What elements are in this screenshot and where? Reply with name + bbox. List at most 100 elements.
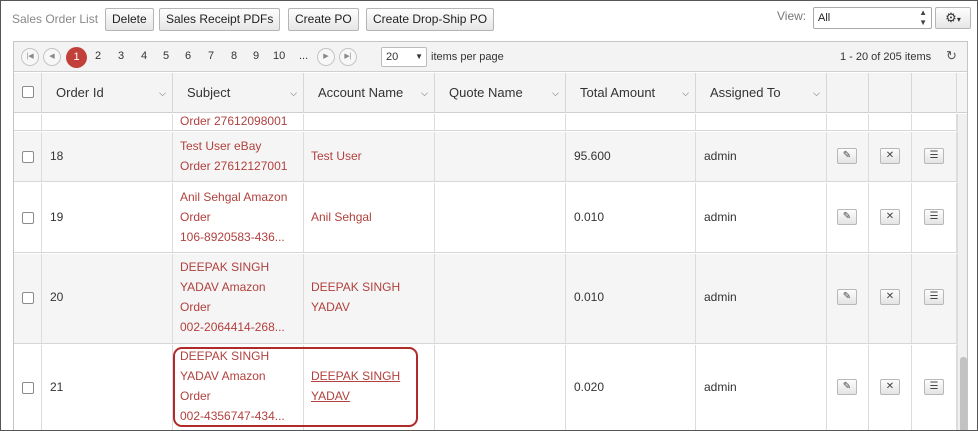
row-menu-button[interactable]: ☰ [924,148,944,164]
page-6[interactable]: 6 [185,50,191,62]
table-row: 19 Anil Sehgal Amazon Order 106-8920583-… [14,183,967,253]
edit-button[interactable]: ✎ [837,148,857,164]
view-select-value: All [818,12,831,24]
column-quote-name[interactable]: Quote Name ⌵ [435,73,566,113]
cell-order-id: 20 [42,254,173,343]
delete-row-button[interactable]: ✕ [880,209,900,225]
page-4[interactable]: 4 [141,50,147,62]
chevron-down-icon[interactable]: ⌵ [159,73,166,113]
subject-link-line[interactable]: YADAV Amazon [180,366,266,386]
chevron-down-icon[interactable]: ⌵ [552,73,559,113]
row-menu-button[interactable]: ☰ [924,209,944,225]
column-delete [869,73,912,113]
subject-link-line[interactable]: DEEPAK SINGH [180,346,269,366]
column-assigned-to[interactable]: Assigned To ⌵ [696,73,827,113]
cell-order-id: 19 [42,183,173,252]
page-8[interactable]: 8 [231,50,237,62]
column-assigned-to-label: Assigned To [710,85,781,100]
page-5[interactable]: 5 [163,50,169,62]
account-link[interactable]: Anil Sehgal [311,207,372,227]
list-title: Sales Order List [12,12,99,26]
account-link-line[interactable]: DEEPAK SINGH [311,277,400,297]
subject-link-line[interactable]: Order 27612127001 [180,156,287,176]
scrollbar-thumb[interactable] [960,357,967,430]
refresh-icon[interactable]: ↻ [946,48,957,64]
items-per-page-label: items per page [431,51,504,63]
subject-link-line[interactable]: DEEPAK SINGH [180,257,269,277]
page-10[interactable]: 10 [273,50,285,62]
create-po-button[interactable]: Create PO [288,8,359,31]
prev-page-icon[interactable]: ◀ [43,48,61,66]
subject-link-line[interactable]: Order [180,386,211,406]
view-select[interactable]: All ▲ ▼ [813,7,932,29]
assigned-to: admin [704,380,737,394]
last-page-icon[interactable]: ▶| [339,48,357,66]
subject-link[interactable]: Order 27612098001 [180,114,287,130]
subject-link-line[interactable]: Order [180,297,211,317]
table-row: 18 Test User eBay Order 27612127001 Test… [14,132,967,182]
cell-quote [435,254,566,343]
edit-button[interactable]: ✎ [837,289,857,305]
page-3[interactable]: 3 [118,50,124,62]
account-link-line[interactable]: YADAV [311,386,350,406]
view-label: View: [777,9,807,23]
menu-icon: ☰ [929,381,939,392]
delete-button[interactable]: Delete [105,8,154,31]
page-1[interactable]: 1 [66,47,87,68]
row-checkbox[interactable] [22,212,34,224]
edit-button[interactable]: ✎ [837,209,857,225]
sales-receipt-pdfs-button[interactable]: Sales Receipt PDFs [159,8,281,31]
column-subject[interactable]: Subject ⌵ [173,73,304,113]
subject-link-line[interactable]: YADAV Amazon [180,277,266,297]
chevron-down-icon[interactable]: ⌵ [421,73,428,113]
header-select-cell [14,73,42,113]
delete-row-button[interactable]: ✕ [880,148,900,164]
delete-row-button[interactable]: ✕ [880,379,900,395]
row-checkbox[interactable] [22,292,34,304]
page-7[interactable]: 7 [208,50,214,62]
row-checkbox[interactable] [22,151,34,163]
column-account-name[interactable]: Account Name ⌵ [304,73,435,113]
cell-assigned: admin [696,132,827,181]
caret-down-icon: ▾ [956,15,961,24]
cell-amount: 95.600 [566,132,696,181]
menu-icon: ☰ [929,211,939,222]
pencil-icon: ✎ [842,381,852,392]
chevron-down-icon[interactable]: ⌵ [290,73,297,113]
close-icon: ✕ [885,381,895,392]
create-drop-ship-po-button[interactable]: Create Drop-Ship PO [366,8,495,31]
subject-link-line[interactable]: Test User eBay [180,136,261,156]
chevron-down-icon[interactable]: ⌵ [813,73,820,113]
first-page-icon[interactable]: |◀ [21,48,39,66]
page-more[interactable]: ... [299,50,308,62]
subject-link-line[interactable]: 106-8920583-436... [180,227,285,247]
subject-link-line[interactable]: 002-4356747-434... [180,406,285,426]
column-quote-name-label: Quote Name [449,85,523,100]
delete-row-button[interactable]: ✕ [880,289,900,305]
cell-edit [827,114,869,130]
next-page-icon[interactable]: ▶ [317,48,335,66]
row-menu-button[interactable]: ☰ [924,379,944,395]
page-9[interactable]: 9 [253,50,259,62]
subject-link-line[interactable]: Anil Sehgal Amazon [180,187,287,207]
column-order-id[interactable]: Order Id ⌵ [42,73,173,113]
edit-button[interactable]: ✎ [837,379,857,395]
select-all-checkbox[interactable] [22,86,34,98]
cell-order-id: 18 [42,132,173,181]
cell-menu: ☰ [912,254,957,343]
row-menu-button[interactable]: ☰ [924,289,944,305]
total-amount: 95.600 [574,149,611,163]
column-total-amount[interactable]: Total Amount ⌵ [566,73,696,113]
updown-arrows-icon: ▲ ▼ [919,8,927,27]
settings-button[interactable]: ⚙▾ [935,7,971,29]
page-size-select[interactable]: 20 ▼ [381,47,427,67]
chevron-down-icon[interactable]: ⌵ [682,73,689,113]
row-checkbox[interactable] [22,382,34,394]
subject-link-line[interactable]: 002-2064414-268... [180,317,285,337]
account-link-line[interactable]: YADAV [311,297,350,317]
account-link-line[interactable]: DEEPAK SINGH [311,366,400,386]
dropdown-arrow-icon: ▼ [415,52,423,61]
account-link[interactable]: Test User [311,146,362,166]
subject-link-line[interactable]: Order [180,207,211,227]
page-2[interactable]: 2 [95,50,101,62]
